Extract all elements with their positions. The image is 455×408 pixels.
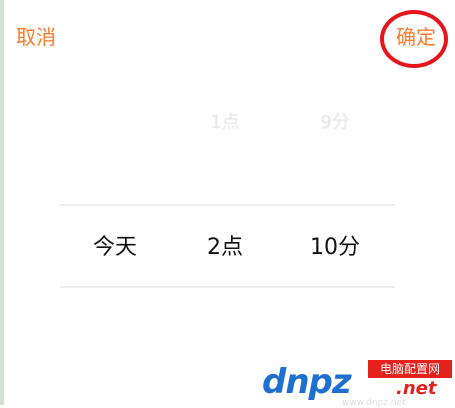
- watermark-url: www.dnpz.net: [342, 398, 406, 408]
- minute-selected[interactable]: 10分: [290, 228, 380, 268]
- day-selected[interactable]: 今天: [70, 228, 160, 268]
- watermark-logo: dnpz: [262, 362, 352, 402]
- watermark-domain: .net: [396, 378, 437, 399]
- hour-selected[interactable]: 2点: [180, 228, 270, 268]
- date-time-picker[interactable]: 1点 9分 今天 2点 10分: [60, 90, 395, 320]
- confirm-button[interactable]: 确定: [396, 23, 436, 51]
- selection-divider-bottom: [60, 286, 395, 288]
- selection-divider-top: [60, 204, 395, 206]
- picker-row-selected: 今天 2点 10分: [60, 228, 395, 268]
- minute-option-previous[interactable]: 9分: [290, 108, 380, 134]
- cancel-button[interactable]: 取消: [16, 23, 56, 51]
- hour-option-previous[interactable]: 1点: [180, 108, 270, 134]
- site-watermark: dnpz 电脑配置网 .net www.dnpz.net: [262, 358, 452, 408]
- picker-row-previous: 1点 9分: [60, 108, 395, 148]
- picker-header: 取消 确定: [0, 0, 455, 80]
- watermark-tag: 电脑配置网: [368, 360, 452, 378]
